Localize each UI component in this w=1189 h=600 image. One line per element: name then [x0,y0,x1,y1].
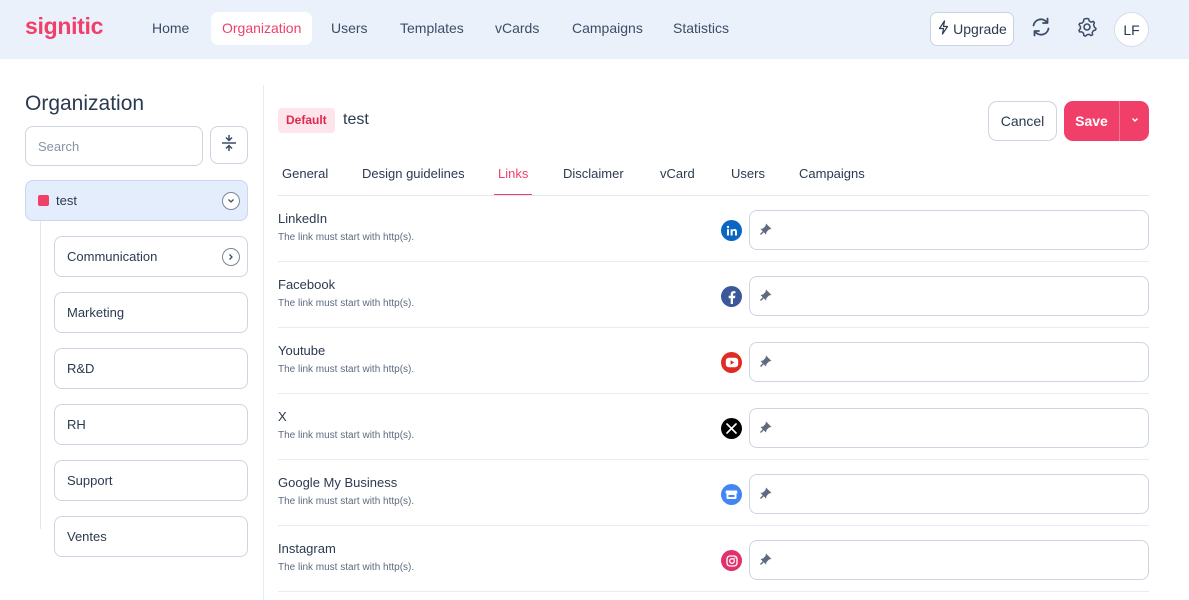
link-name: LinkedIn [278,211,328,226]
tree-connector-line [40,221,41,529]
top-navigation-bar: signitic Home Organization Users Templat… [0,0,1189,59]
pin-icon [759,552,773,566]
save-options-button[interactable] [1120,101,1149,141]
x-url-input[interactable] [780,413,1140,443]
link-name: Facebook [278,277,336,292]
google-my-business-url-field[interactable] [749,474,1149,514]
nav-item-home[interactable]: Home [141,12,200,45]
youtube-url-input[interactable] [780,347,1140,377]
chevron-right-icon[interactable] [222,248,240,266]
link-name: Google My Business [278,475,398,490]
tab-vcard[interactable]: vCard [660,166,695,196]
save-button[interactable]: Save [1064,101,1119,141]
sync-icon [1029,15,1053,44]
instagram-icon [721,550,742,571]
chevron-down-icon[interactable] [222,192,240,210]
link-help-text: The link must start with http(s). [278,496,415,507]
sync-button[interactable] [1027,15,1055,43]
pin-icon [759,288,773,302]
google-my-business-icon [721,484,742,505]
facebook-icon [721,286,742,307]
collapse-all-button[interactable] [210,126,248,164]
link-row-youtube: Youtube The link must start with http(s)… [278,328,1149,394]
org-tree-item-support[interactable]: Support [54,460,248,501]
linkedin-url-input[interactable] [780,215,1140,245]
upgrade-label: Upgrade [953,21,1007,37]
link-help-text: The link must start with http(s). [278,232,415,243]
facebook-url-input[interactable] [780,281,1140,311]
nav-item-users[interactable]: Users [320,12,379,45]
tab-users[interactable]: Users [731,166,765,196]
link-help-text: The link must start with http(s). [278,562,415,573]
org-tree-item-label: Support [67,473,113,488]
org-tree-item-communication[interactable]: Communication [54,236,248,277]
default-badge: Default [278,108,335,133]
org-color-square [38,195,49,206]
link-row-x: X The link must start with http(s). [278,394,1149,460]
nav-item-campaigns[interactable]: Campaigns [561,12,654,45]
org-tree-item-label: Communication [67,249,158,264]
tab-links[interactable]: Links [493,166,533,196]
org-tree-item-ventes[interactable]: Ventes [54,516,248,557]
org-tree-item-label: R&D [67,361,95,376]
link-help-text: The link must start with http(s). [278,430,415,441]
gear-icon [1076,16,1098,43]
org-tree-item-marketing[interactable]: Marketing [54,292,248,333]
youtube-icon [721,352,742,373]
save-button-group: Save [1064,101,1149,141]
upgrade-button[interactable]: Upgrade [930,12,1014,46]
x-url-field[interactable] [749,408,1149,448]
nav-item-organization[interactable]: Organization [211,12,313,45]
org-tree-item-label: Marketing [67,305,125,320]
settings-button[interactable] [1073,15,1101,43]
google-my-business-url-input[interactable] [780,479,1140,509]
instagram-url-input[interactable] [780,545,1140,575]
org-root-label: test [56,193,77,208]
link-name: Instagram [278,541,336,556]
link-name: X [278,409,287,424]
link-row-linkedin: LinkedIn The link must start with http(s… [278,196,1149,262]
sidebar-title: Organization [25,92,145,115]
linkedin-url-field[interactable] [749,210,1149,250]
pin-icon [759,222,773,236]
link-row-facebook: Facebook The link must start with http(s… [278,262,1149,328]
link-help-text: The link must start with http(s). [278,364,415,375]
org-tree-root-item[interactable]: test [25,180,248,221]
pin-icon [759,420,773,434]
facebook-url-field[interactable] [749,276,1149,316]
link-name: Youtube [278,343,326,358]
user-avatar[interactable]: LF [1114,12,1149,47]
link-row-instagram: Instagram The link must start with http(… [278,526,1149,592]
collapse-arrows-icon [220,133,238,158]
nav-item-statistics[interactable]: Statistics [662,12,740,45]
cancel-button[interactable]: Cancel [988,101,1057,141]
chevron-down-icon [1130,112,1140,130]
nav-item-templates[interactable]: Templates [389,12,475,45]
org-tree-item-rh[interactable]: RH [54,404,248,445]
search-input[interactable] [25,126,203,166]
tab-design-guidelines[interactable]: Design guidelines [362,166,465,196]
tab-disclaimer[interactable]: Disclaimer [563,166,624,196]
tab-general[interactable]: General [282,166,328,196]
lightning-icon [937,20,950,38]
pin-icon [759,486,773,500]
youtube-url-field[interactable] [749,342,1149,382]
signitic-logo[interactable]: signitic [25,13,103,40]
org-tree-item-rnd[interactable]: R&D [54,348,248,389]
page-title: test [343,111,369,128]
nav-item-vcards[interactable]: vCards [484,12,550,45]
sidebar-divider [263,85,264,600]
instagram-url-field[interactable] [749,540,1149,580]
org-tree-item-label: Ventes [67,529,107,544]
org-tree-item-label: RH [67,417,86,432]
tab-campaigns[interactable]: Campaigns [799,166,865,196]
link-help-text: The link must start with http(s). [278,298,415,309]
x-icon [721,418,742,439]
link-row-google-my-business: Google My Business The link must start w… [278,460,1149,526]
linkedin-icon [721,220,742,241]
pin-icon [759,354,773,368]
